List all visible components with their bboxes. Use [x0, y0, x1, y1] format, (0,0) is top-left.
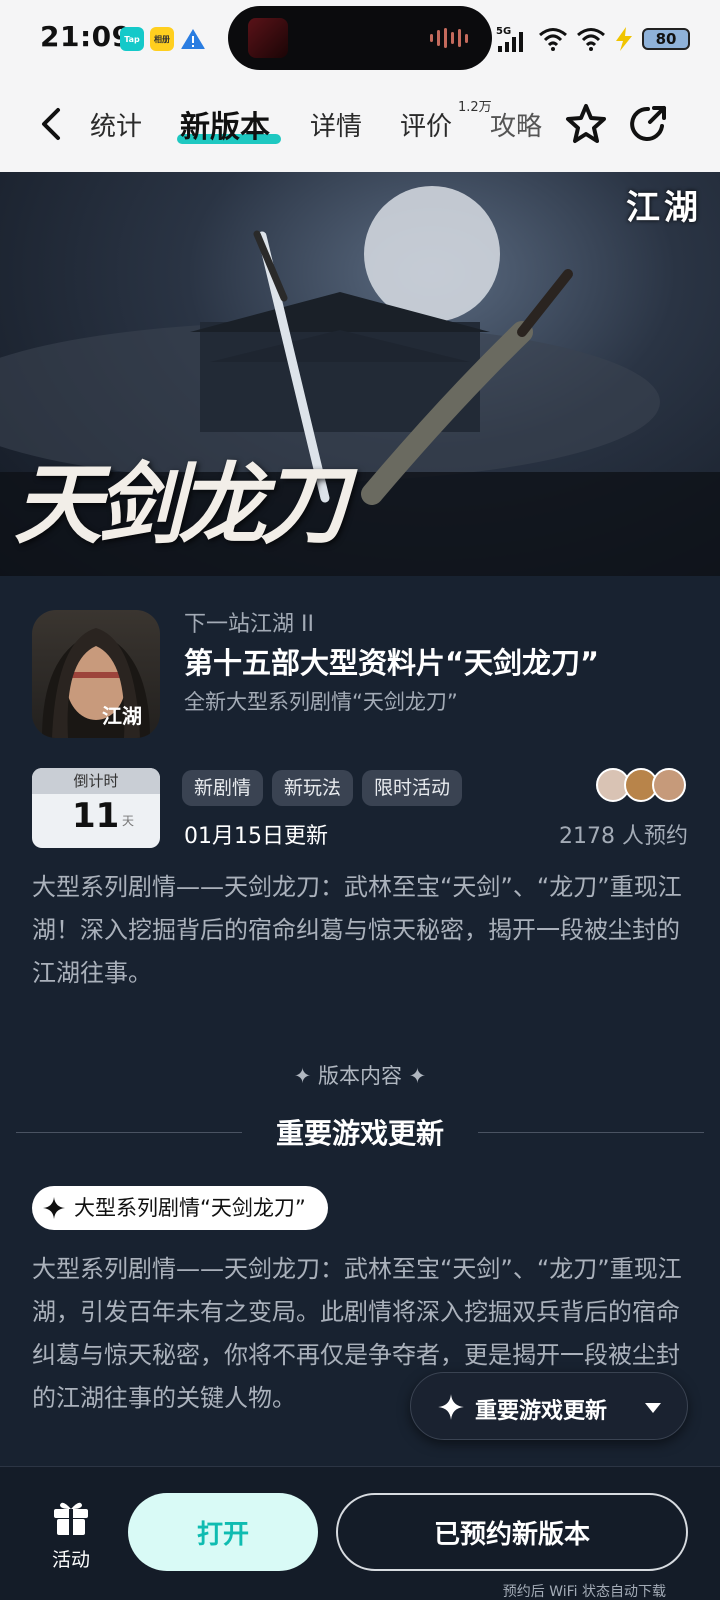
section-jump-label: 重要游戏更新	[475, 1399, 608, 1424]
tab-details[interactable]: 详情	[310, 106, 362, 143]
reserved-version-button[interactable]: 已预约新版本	[336, 1493, 688, 1571]
section-heading: 重要游戏更新	[275, 1117, 444, 1150]
taptap-notification-icon: Tap	[120, 27, 144, 51]
svg-text:5G: 5G	[496, 26, 511, 37]
tab-new-version[interactable]: 新版本	[180, 102, 270, 146]
charging-icon	[616, 27, 632, 51]
tab-guides[interactable]: 攻略	[490, 106, 542, 143]
top-nav-bar: 统计 新版本 详情 评价 1.2万 攻略	[0, 80, 720, 172]
photo-notification-icon: 相册	[150, 27, 174, 51]
countdown-label: 倒计时	[32, 768, 160, 794]
version-subtitle: 全新大型系列剧情“天剑龙刀”	[184, 690, 458, 714]
tag-limited-event: 限时活动	[362, 770, 463, 806]
sparkle-icon	[438, 1394, 464, 1420]
tab-stats[interactable]: 统计	[90, 106, 142, 143]
gift-icon[interactable]	[52, 1497, 90, 1537]
wifi-icon	[539, 28, 567, 51]
activity-label[interactable]: 活动	[52, 1545, 90, 1572]
avatar	[652, 768, 686, 802]
section-jump-dropdown[interactable]: 重要游戏更新	[410, 1372, 688, 1440]
open-button[interactable]: 打开	[128, 1493, 318, 1571]
now-playing-thumbnail	[248, 18, 288, 58]
version-info-section: 江湖 下一站江湖 II 第十五部大型资料片“天剑龙刀” 全新大型系列剧情“天剑龙…	[0, 576, 720, 1466]
audio-wave-icon	[430, 28, 468, 48]
battery-level: 80	[642, 28, 690, 50]
warning-icon	[181, 29, 205, 49]
auto-download-note: 预约后 WiFi 状态自动下载	[502, 1584, 666, 1600]
tag-new-gameplay: 新玩法	[272, 770, 354, 806]
review-count-badge: 1.2万	[458, 100, 492, 115]
countdown-card: 倒计时 11 天	[32, 768, 160, 848]
status-bar: 21:09 Tap 相册 5G 80	[0, 0, 720, 80]
pill-label: 大型系列剧情“天剑龙刀”	[74, 1196, 306, 1220]
content-pill: 大型系列剧情“天剑龙刀”	[32, 1186, 328, 1230]
tab-reviews[interactable]: 评价	[400, 106, 452, 143]
app-name[interactable]: 下一站江湖 II	[184, 606, 314, 638]
app-icon-logo: 江湖	[102, 704, 142, 728]
back-icon[interactable]	[34, 104, 70, 144]
countdown-unit: 天	[122, 814, 135, 828]
reserver-avatars[interactable]	[596, 768, 688, 804]
wifi-icon-2	[577, 28, 605, 51]
version-title: 第十五部大型资料片“天剑龙刀”	[184, 646, 600, 680]
share-icon[interactable]	[624, 100, 672, 148]
bottom-action-bar: 活动 打开 已预约新版本 预约后 WiFi 状态自动下载	[0, 1466, 720, 1600]
dynamic-island[interactable]	[228, 6, 492, 70]
banner-title: 天剑龙刀	[14, 452, 348, 556]
version-description: 大型系列剧情——天剑龙刀：武林至宝“天剑”、“龙刀”重现江湖！深入挖掘背后的宿命…	[32, 873, 682, 987]
tag-new-story: 新剧情	[182, 770, 264, 806]
reserve-count: 2178 人预约	[559, 824, 688, 849]
banner-logo: 江湖	[626, 188, 702, 228]
countdown-days: 11	[72, 796, 120, 836]
version-banner[interactable]: 江湖 天剑龙刀	[0, 172, 720, 576]
cellular-signal-icon: 5G	[496, 26, 523, 52]
app-icon[interactable]: 江湖	[32, 610, 160, 738]
clock: 21:09	[40, 20, 132, 53]
caret-down-icon	[645, 1403, 661, 1413]
section-label: ✦ 版本内容 ✦	[293, 1064, 427, 1088]
sparkle-icon	[43, 1197, 65, 1219]
star-outline-icon[interactable]	[562, 100, 610, 148]
status-icons: 5G 80	[496, 22, 690, 56]
update-date: 01月15日更新	[184, 824, 328, 849]
